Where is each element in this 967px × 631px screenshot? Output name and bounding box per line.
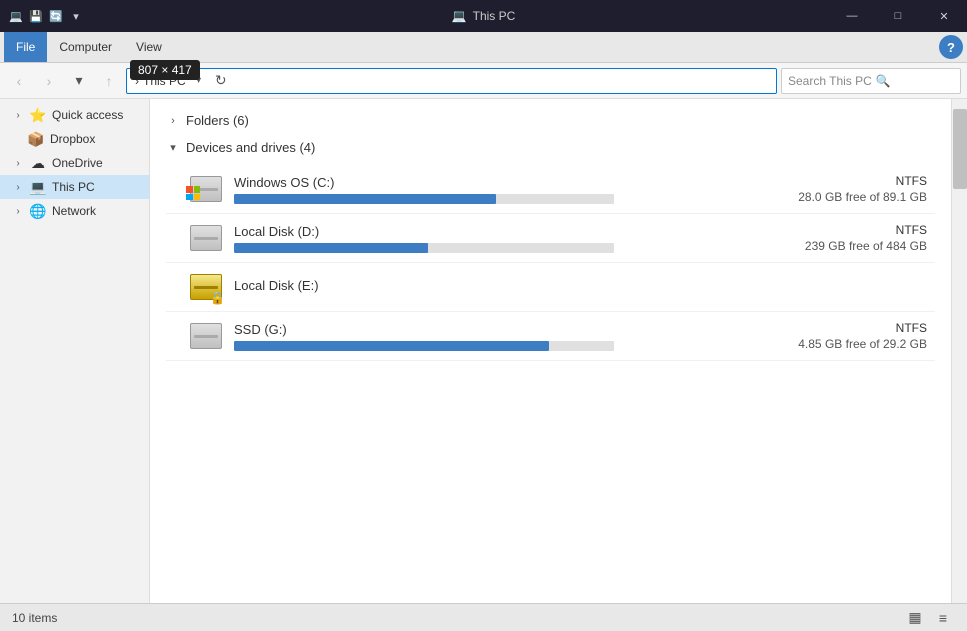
onedrive-icon: ☁ — [30, 155, 46, 171]
app-icon-refresh: 🔄 — [48, 8, 64, 24]
close-button[interactable]: ✕ — [921, 0, 967, 32]
tab-view[interactable]: View — [124, 32, 174, 62]
sidebar-item-this-pc[interactable]: › 💻 This PC — [0, 175, 149, 199]
search-bar[interactable]: Search This PC 🔍 — [781, 68, 961, 94]
drive-e-name: Local Disk (E:) — [234, 278, 715, 293]
back-button[interactable]: ‹ — [6, 68, 32, 94]
network-label: Network — [52, 204, 96, 218]
title-bar-app-icons: 💻 💾 🔄 ▾ — [8, 8, 84, 24]
ribbon-tab-bar: File Computer View ? — [0, 32, 967, 62]
address-refresh[interactable]: ↻ — [210, 68, 232, 94]
drive-e-icon: 🔒 — [190, 271, 222, 303]
drive-d[interactable]: Local Disk (D:) NTFS 239 GB free of 484 … — [166, 214, 935, 263]
devices-section-label: Devices and drives (4) — [186, 140, 315, 155]
network-expand-icon: › — [12, 205, 24, 217]
window-controls: — □ ✕ — [829, 0, 967, 32]
sidebar-item-network[interactable]: › 🌐 Network — [0, 199, 149, 223]
network-icon: 🌐 — [30, 203, 46, 219]
app-icon-save: 💾 — [28, 8, 44, 24]
item-count: 10 items — [12, 611, 57, 625]
drive-g-fs: NTFS — [727, 321, 927, 335]
quick-access-icon: ⭐ — [30, 107, 46, 123]
folders-expand-icon: › — [166, 114, 180, 128]
drive-g-bar-container — [234, 341, 614, 351]
drive-d-icon — [190, 222, 222, 254]
folders-section-header[interactable]: › Folders (6) — [166, 107, 935, 134]
folders-section-label: Folders (6) — [186, 113, 249, 128]
lock-icon: 🔒 — [210, 291, 224, 305]
drive-c-fs: NTFS — [727, 174, 927, 188]
hdd-g-body — [190, 323, 222, 349]
maximize-button[interactable]: □ — [875, 0, 921, 32]
drive-d-bar-fill — [234, 243, 428, 253]
drive-g-info: SSD (G:) — [234, 322, 715, 351]
onedrive-expand-icon: › — [12, 157, 24, 169]
scrollbar[interactable] — [951, 99, 967, 603]
main-area: › ⭐ Quick access 📦 Dropbox › ☁ OneDrive … — [0, 99, 967, 603]
drive-c-icon — [190, 173, 222, 205]
status-bar: 10 items ▦ ≡ — [0, 603, 967, 631]
drive-g-meta: NTFS 4.85 GB free of 29.2 GB — [727, 321, 927, 351]
title-bar: 💻 💾 🔄 ▾ 💻 This PC — □ ✕ — [0, 0, 967, 32]
search-icon: 🔍 — [876, 74, 891, 88]
this-pc-icon: 💻 — [30, 179, 46, 195]
drive-e-info: Local Disk (E:) — [234, 278, 715, 297]
drive-d-bar-container — [234, 243, 614, 253]
scrollbar-thumb[interactable] — [953, 109, 967, 189]
list-view-button[interactable]: ≡ — [931, 608, 955, 628]
this-pc-label: This PC — [52, 180, 95, 194]
dropbox-icon: 📦 — [28, 131, 44, 147]
window-icon: 💻 — [452, 9, 467, 23]
quick-access-label: Quick access — [52, 108, 123, 122]
drive-c-bar-fill — [234, 194, 496, 204]
sidebar-item-quick-access[interactable]: › ⭐ Quick access — [0, 103, 149, 127]
minimize-button[interactable]: — — [829, 0, 875, 32]
sidebar: › ⭐ Quick access 📦 Dropbox › ☁ OneDrive … — [0, 99, 150, 603]
devices-expand-icon: ▾ — [166, 141, 180, 155]
drive-d-meta: NTFS 239 GB free of 484 GB — [727, 223, 927, 253]
sidebar-item-onedrive[interactable]: › ☁ OneDrive — [0, 151, 149, 175]
drive-g-space: 4.85 GB free of 29.2 GB — [727, 337, 927, 351]
drive-c[interactable]: Windows OS (C:) NTFS 28.0 GB free of 89.… — [166, 165, 935, 214]
this-pc-expand-icon: › — [12, 181, 24, 193]
drive-c-bar-container — [234, 194, 614, 204]
drive-d-info: Local Disk (D:) — [234, 224, 715, 253]
address-bar[interactable]: › This PC ▾ ↻ — [126, 68, 777, 94]
help-button[interactable]: ? — [939, 35, 963, 59]
sidebar-item-dropbox[interactable]: 📦 Dropbox — [0, 127, 149, 151]
devices-section-header[interactable]: ▾ Devices and drives (4) — [166, 134, 935, 161]
drive-d-fs: NTFS — [727, 223, 927, 237]
drive-c-name: Windows OS (C:) — [234, 175, 715, 190]
tab-computer[interactable]: Computer — [47, 32, 124, 62]
drive-c-space: 28.0 GB free of 89.1 GB — [727, 190, 927, 204]
windows-logo-icon — [186, 186, 206, 206]
window-title: 💻 This PC — [452, 9, 516, 23]
grid-view-button[interactable]: ▦ — [903, 608, 927, 628]
up-button[interactable]: ↑ — [96, 68, 122, 94]
app-icon-monitor: 💻 — [8, 8, 24, 24]
quick-access-expand-icon: › — [12, 109, 24, 121]
dropbox-label: Dropbox — [50, 132, 95, 146]
recent-button[interactable]: ▾ — [66, 68, 92, 94]
dimension-tooltip: 807 × 417 — [130, 60, 200, 80]
drive-g-name: SSD (G:) — [234, 322, 715, 337]
drive-g[interactable]: SSD (G:) NTFS 4.85 GB free of 29.2 GB — [166, 312, 935, 361]
content-panel: › Folders (6) ▾ Devices and drives (4) — [150, 99, 951, 603]
drive-c-meta: NTFS 28.0 GB free of 89.1 GB — [727, 174, 927, 204]
view-controls: ▦ ≡ — [903, 608, 955, 628]
tab-file[interactable]: File — [4, 32, 47, 62]
drive-g-icon — [190, 320, 222, 352]
drive-d-name: Local Disk (D:) — [234, 224, 715, 239]
hdd-d-body — [190, 225, 222, 251]
drive-e[interactable]: 🔒 Local Disk (E:) — [166, 263, 935, 312]
search-placeholder: Search This PC — [788, 74, 872, 88]
title-bar-dropdown[interactable]: ▾ — [68, 8, 84, 24]
forward-button[interactable]: › — [36, 68, 62, 94]
drive-d-space: 239 GB free of 484 GB — [727, 239, 927, 253]
drive-c-info: Windows OS (C:) — [234, 175, 715, 204]
onedrive-label: OneDrive — [52, 156, 103, 170]
ribbon: File Computer View ? — [0, 32, 967, 63]
drive-g-bar-fill — [234, 341, 549, 351]
drive-list: Windows OS (C:) NTFS 28.0 GB free of 89.… — [166, 161, 935, 365]
